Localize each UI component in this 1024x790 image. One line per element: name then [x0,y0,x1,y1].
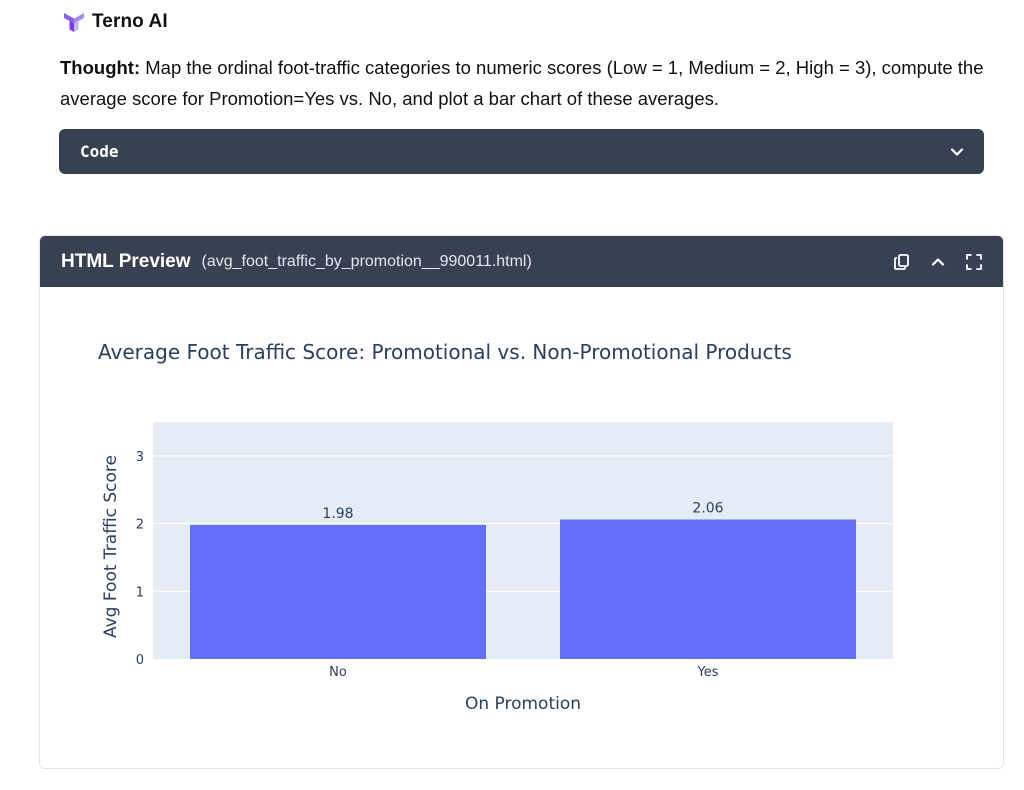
bar-no [190,524,486,659]
x-axis-ticks: No Yes [329,665,719,680]
preview-title: HTML Preview [61,250,191,272]
x-tick-label: No [329,665,347,680]
thought-text: Map the ordinal foot-traffic categories … [60,57,984,109]
app-header: Terno AI [62,10,168,34]
bar-chart: Average Foot Traffic Score: Promotional … [98,340,893,714]
html-preview-header: HTML Preview (avg_foot_traffic_by_promot… [40,236,1003,287]
y-tick-label: 3 [136,450,144,465]
y-tick-label: 2 [136,518,144,533]
copy-icon[interactable] [893,253,911,271]
preview-filename: (avg_foot_traffic_by_promotion__990011.h… [201,252,532,270]
chart-container: Average Foot Traffic Score: Promotional … [40,287,1003,768]
preview-actions [893,253,983,271]
chart-title: Average Foot Traffic Score: Promotional … [98,340,792,364]
fullscreen-icon[interactable] [965,253,983,271]
chevron-up-icon[interactable] [929,253,947,271]
bar-value-label: 1.98 [322,506,353,522]
bar-yes [560,519,856,659]
bar-value-label: 2.06 [692,501,723,517]
thought-label: Thought: [60,57,141,78]
x-tick-label: Yes [697,665,719,680]
y-tick-label: 1 [136,585,144,600]
y-axis-title: Avg Foot Traffic Score [101,455,121,638]
thought-message: Thought: Map the ordinal foot-traffic ca… [60,52,990,114]
app-title: Terno AI [92,11,168,32]
y-axis-ticks: 0 1 2 3 [136,450,144,668]
code-label: Code [80,142,119,161]
code-toggle-bar[interactable]: Code [59,129,984,174]
chevron-down-icon[interactable] [948,143,966,161]
y-tick-label: 0 [136,653,144,668]
x-axis-title: On Promotion [465,694,581,714]
html-preview-card: HTML Preview (avg_foot_traffic_by_promot… [39,235,1004,769]
terno-logo-icon [62,10,86,34]
